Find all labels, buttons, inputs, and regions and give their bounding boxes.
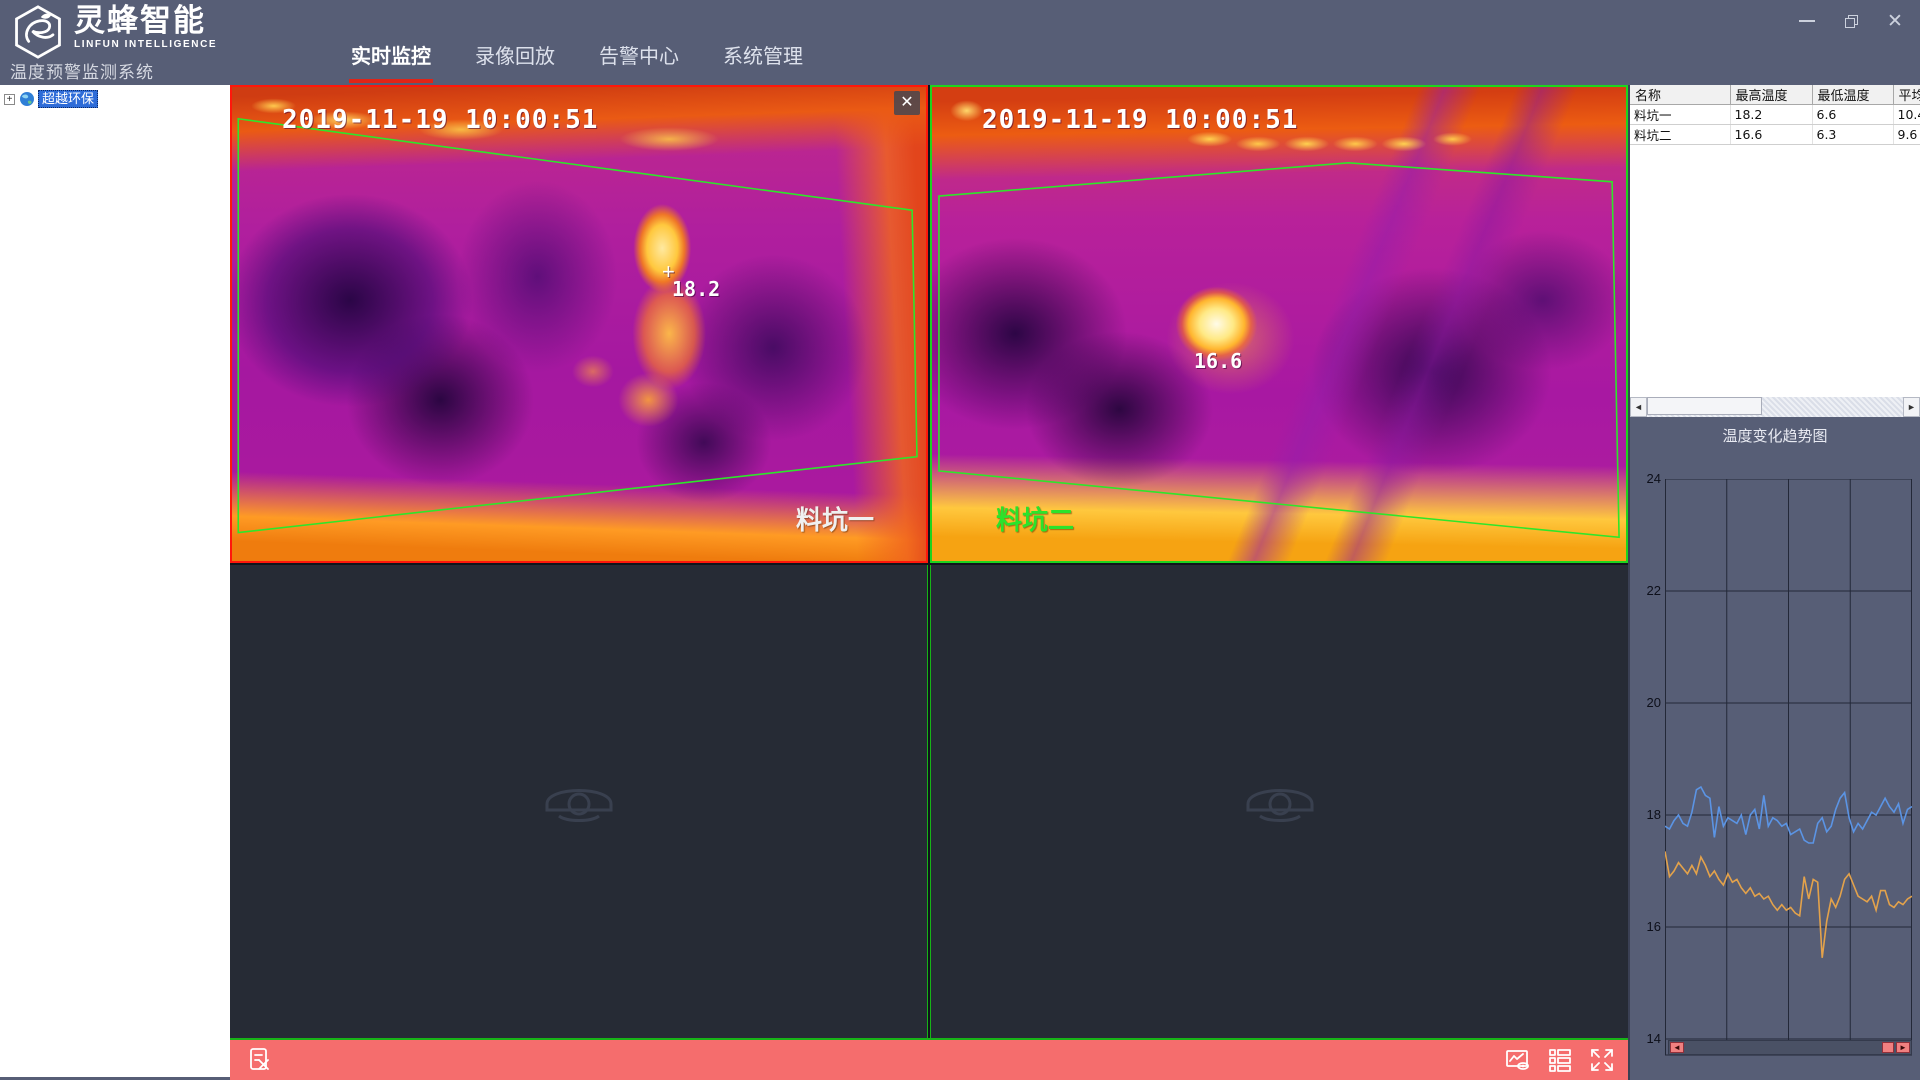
layout-grid-icon[interactable] — [1546, 1046, 1574, 1074]
logo-icon — [15, 5, 61, 59]
camera-name-label: 料坑一 — [795, 505, 874, 535]
crosshair-icon: + — [662, 259, 675, 284]
cell-name: 料坑二 — [1630, 124, 1731, 145]
y-axis-tick-label: 14 — [1646, 1031, 1661, 1046]
table-horizontal-scrollbar: ◄ ► — [1630, 397, 1920, 417]
window-controls: ✕ — [1796, 10, 1906, 32]
fullscreen-icon[interactable] — [1588, 1046, 1616, 1074]
scroll-left-icon[interactable]: ◄ — [1630, 397, 1647, 417]
trend-overlay-toggle-icon[interactable] — [1504, 1046, 1532, 1074]
video-grid: 2019-11-19 10:00:51 ✕ + 18.2 料坑一 2019-11… — [230, 85, 1628, 1080]
y-axis-tick-label: 18 — [1646, 807, 1661, 822]
scroll-right-icon[interactable]: ► — [1903, 397, 1920, 417]
spot-temperature-marker: + 18.2 — [662, 259, 721, 302]
video-timestamp: 2019-11-19 10:00:51 — [282, 105, 599, 135]
col-header-max-temp[interactable]: 最高温度 — [1730, 85, 1813, 105]
empty-video-cell-4[interactable] — [930, 565, 1628, 1038]
cell-avg: 9.6 — [1893, 124, 1920, 145]
y-axis-tick-label: 16 — [1646, 919, 1661, 934]
temperature-stats-table: 名称 最高温度 最低温度 平均温度 料坑一 18.2 6.6 10.4 料坑二 — [1630, 85, 1920, 397]
chart-scroll-left-icon[interactable]: ◄ — [1670, 1042, 1684, 1053]
chart-scrollbar-thumb[interactable] — [1882, 1042, 1894, 1053]
y-axis-tick-label: 22 — [1646, 583, 1661, 598]
cell-min: 6.6 — [1812, 104, 1894, 125]
spot-temperature-value: 18.2 — [672, 277, 721, 301]
spot-temperature-marker: 16.6 — [1184, 349, 1242, 373]
video-toolbar — [230, 1040, 1628, 1080]
video-cell-2[interactable]: 2019-11-19 10:00:51 16.6 料坑二 — [930, 85, 1628, 563]
tree-item-root[interactable]: + 超越环保 — [0, 85, 230, 108]
detection-region-overlay-2 — [932, 87, 1626, 561]
chart-title: 温度变化趋势图 — [1722, 428, 1828, 445]
tree-item-label: 超越环保 — [38, 90, 99, 108]
empty-video-cell-3[interactable] — [230, 565, 928, 1038]
header: 灵蜂智能 LINFUN INTELLIGENCE 温度预警监测系统 实时监控 录… — [0, 0, 1920, 85]
app-window: 灵蜂智能 LINFUN INTELLIGENCE 温度预警监测系统 实时监控 录… — [0, 0, 1920, 1080]
table-row[interactable]: 料坑二 16.6 6.3 9.6 — [1630, 124, 1920, 145]
restore-icon — [1844, 14, 1858, 28]
logo: 灵蜂智能 LINFUN INTELLIGENCE — [10, 4, 217, 60]
video-cell-1[interactable]: 2019-11-19 10:00:51 ✕ + 18.2 料坑一 — [230, 85, 928, 563]
device-tree-sidebar: + 超越环保 — [0, 85, 230, 1077]
scrollbar-track[interactable] — [1647, 397, 1903, 417]
tab-alarm-center[interactable]: 告警中心 — [599, 40, 679, 83]
logo-subtitle: LINFUN INTELLIGENCE — [74, 39, 218, 50]
main-nav: 实时监控 录像回放 告警中心 系统管理 — [349, 40, 803, 83]
minimize-button[interactable] — [1796, 10, 1818, 32]
minimize-icon — [1799, 20, 1815, 22]
tab-system-management[interactable]: 系统管理 — [723, 40, 803, 83]
cell-name: 料坑一 — [1630, 104, 1731, 125]
video-timestamp: 2019-11-19 10:00:51 — [982, 105, 1299, 135]
globe-icon — [20, 92, 34, 106]
spot-temperature-value: 16.6 — [1194, 349, 1243, 373]
cell-min: 6.3 — [1812, 124, 1894, 145]
col-header-name[interactable]: 名称 — [1630, 85, 1731, 105]
tab-playback[interactable]: 录像回放 — [475, 40, 555, 83]
cell-max: 16.6 — [1730, 124, 1813, 145]
camera-name-label: 料坑二 — [996, 505, 1075, 535]
trend-chart: 温度变化趋势图 14 16 18 20 22 24 ◄ ► — [1630, 417, 1920, 1080]
restore-button[interactable] — [1840, 10, 1862, 32]
tab-realtime-monitor[interactable]: 实时监控 — [349, 40, 433, 83]
dome-camera-icon — [1246, 788, 1313, 822]
table-header-row: 名称 最高温度 最低温度 平均温度 — [1630, 85, 1920, 105]
cell-avg: 10.4 — [1893, 104, 1920, 125]
chart-scroll-right-icon[interactable]: ► — [1896, 1042, 1910, 1053]
trend-plot — [1665, 479, 1912, 1056]
logo-title: 灵蜂智能 — [74, 3, 206, 38]
cell-max: 18.2 — [1730, 104, 1813, 125]
dome-camera-icon — [545, 788, 612, 822]
col-header-min-temp[interactable]: 最低温度 — [1812, 85, 1894, 105]
table-row[interactable]: 料坑一 18.2 6.6 10.4 — [1630, 104, 1920, 125]
scrollbar-thumb[interactable] — [1647, 397, 1762, 415]
close-video-icon[interactable]: ✕ — [894, 91, 920, 115]
chart-horizontal-scrollbar: ◄ ► — [1668, 1040, 1912, 1055]
col-header-avg-temp[interactable]: 平均温度 — [1893, 85, 1920, 105]
y-axis-tick-label: 24 — [1646, 471, 1661, 486]
detection-region-overlay-1 — [232, 87, 926, 561]
close-button[interactable]: ✕ — [1884, 10, 1906, 32]
system-name: 温度预警监测系统 — [10, 63, 154, 82]
right-panel: 名称 最高温度 最低温度 平均温度 料坑一 18.2 6.6 10.4 料坑二 — [1628, 85, 1920, 1080]
clear-video-list-icon[interactable] — [246, 1046, 274, 1074]
tree-expand-icon[interactable]: + — [4, 93, 15, 105]
y-axis-tick-label: 20 — [1646, 695, 1661, 710]
